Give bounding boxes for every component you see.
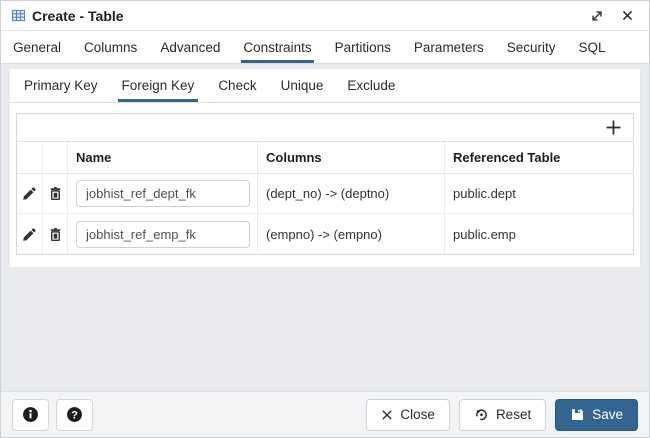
table-row: (dept_no) -> (deptno) public.dept: [17, 174, 633, 214]
close-button-label: Close: [400, 407, 435, 422]
constraint-name-input[interactable]: [76, 180, 250, 207]
tab-partitions[interactable]: Partitions: [333, 31, 393, 63]
referenced-table-cell: public.emp: [445, 214, 633, 254]
tab-parameters[interactable]: Parameters: [412, 31, 486, 63]
add-foreign-key-button[interactable]: [602, 117, 624, 139]
constraint-sub-tab-bar: Primary Key Foreign Key Check Unique Exc…: [10, 69, 640, 103]
reset-button-label: Reset: [496, 407, 531, 422]
save-floppy-icon: [570, 407, 585, 422]
subtab-foreign-key[interactable]: Foreign Key: [118, 69, 199, 102]
info-icon[interactable]: [12, 399, 49, 431]
close-button[interactable]: Close: [366, 399, 450, 431]
tab-columns[interactable]: Columns: [82, 31, 139, 63]
subtab-check[interactable]: Check: [214, 69, 260, 102]
edit-pencil-icon[interactable]: [17, 214, 43, 254]
save-button[interactable]: Save: [555, 399, 638, 431]
expand-icon[interactable]: [587, 6, 607, 26]
header-columns: Columns: [258, 142, 445, 173]
subtab-exclude[interactable]: Exclude: [343, 69, 399, 102]
header-name: Name: [68, 142, 258, 173]
svg-text:?: ?: [71, 409, 78, 421]
name-cell: [68, 174, 258, 213]
columns-cell: (empno) -> (empno): [258, 214, 445, 254]
subtab-primary-key[interactable]: Primary Key: [20, 69, 102, 102]
dialog-body: Primary Key Foreign Key Check Unique Exc…: [1, 64, 649, 391]
name-cell: [68, 214, 258, 254]
tab-security[interactable]: Security: [505, 31, 558, 63]
delete-trash-icon[interactable]: [43, 174, 68, 213]
header-edit-column: [17, 142, 43, 173]
create-table-dialog: Create - Table General Columns Advanced …: [0, 0, 650, 438]
columns-cell: (dept_no) -> (deptno): [258, 174, 445, 213]
tab-sql[interactable]: SQL: [576, 31, 607, 63]
header-referenced-table: Referenced Table: [445, 142, 633, 173]
dialog-title: Create - Table: [32, 8, 124, 24]
header-delete-column: [43, 142, 68, 173]
tab-advanced[interactable]: Advanced: [158, 31, 222, 63]
help-icon[interactable]: ?: [56, 399, 93, 431]
foreign-key-grid: Name Columns Referenced Table (dept_no) …: [16, 113, 634, 255]
main-tab-bar: General Columns Advanced Constraints Par…: [1, 31, 649, 64]
subtab-unique[interactable]: Unique: [277, 69, 328, 102]
dialog-footer: ? Close Reset Save: [1, 391, 649, 437]
grid-header-row: Name Columns Referenced Table: [17, 142, 633, 174]
tab-constraints[interactable]: Constraints: [241, 31, 313, 63]
edit-pencil-icon[interactable]: [17, 174, 43, 213]
referenced-table-cell: public.dept: [445, 174, 633, 213]
delete-trash-icon[interactable]: [43, 214, 68, 254]
title-bar: Create - Table: [1, 1, 649, 31]
reset-button[interactable]: Reset: [459, 399, 546, 431]
save-button-label: Save: [592, 407, 623, 422]
close-icon[interactable]: [617, 6, 637, 26]
table-row: (empno) -> (empno) public.emp: [17, 214, 633, 254]
close-x-icon: [381, 409, 393, 421]
table-icon: [11, 8, 26, 23]
reset-icon: [474, 407, 489, 422]
constraint-name-input[interactable]: [76, 221, 250, 248]
tab-general[interactable]: General: [11, 31, 63, 63]
constraints-panel: Primary Key Foreign Key Check Unique Exc…: [9, 68, 641, 268]
grid-toolbar: [17, 114, 633, 142]
